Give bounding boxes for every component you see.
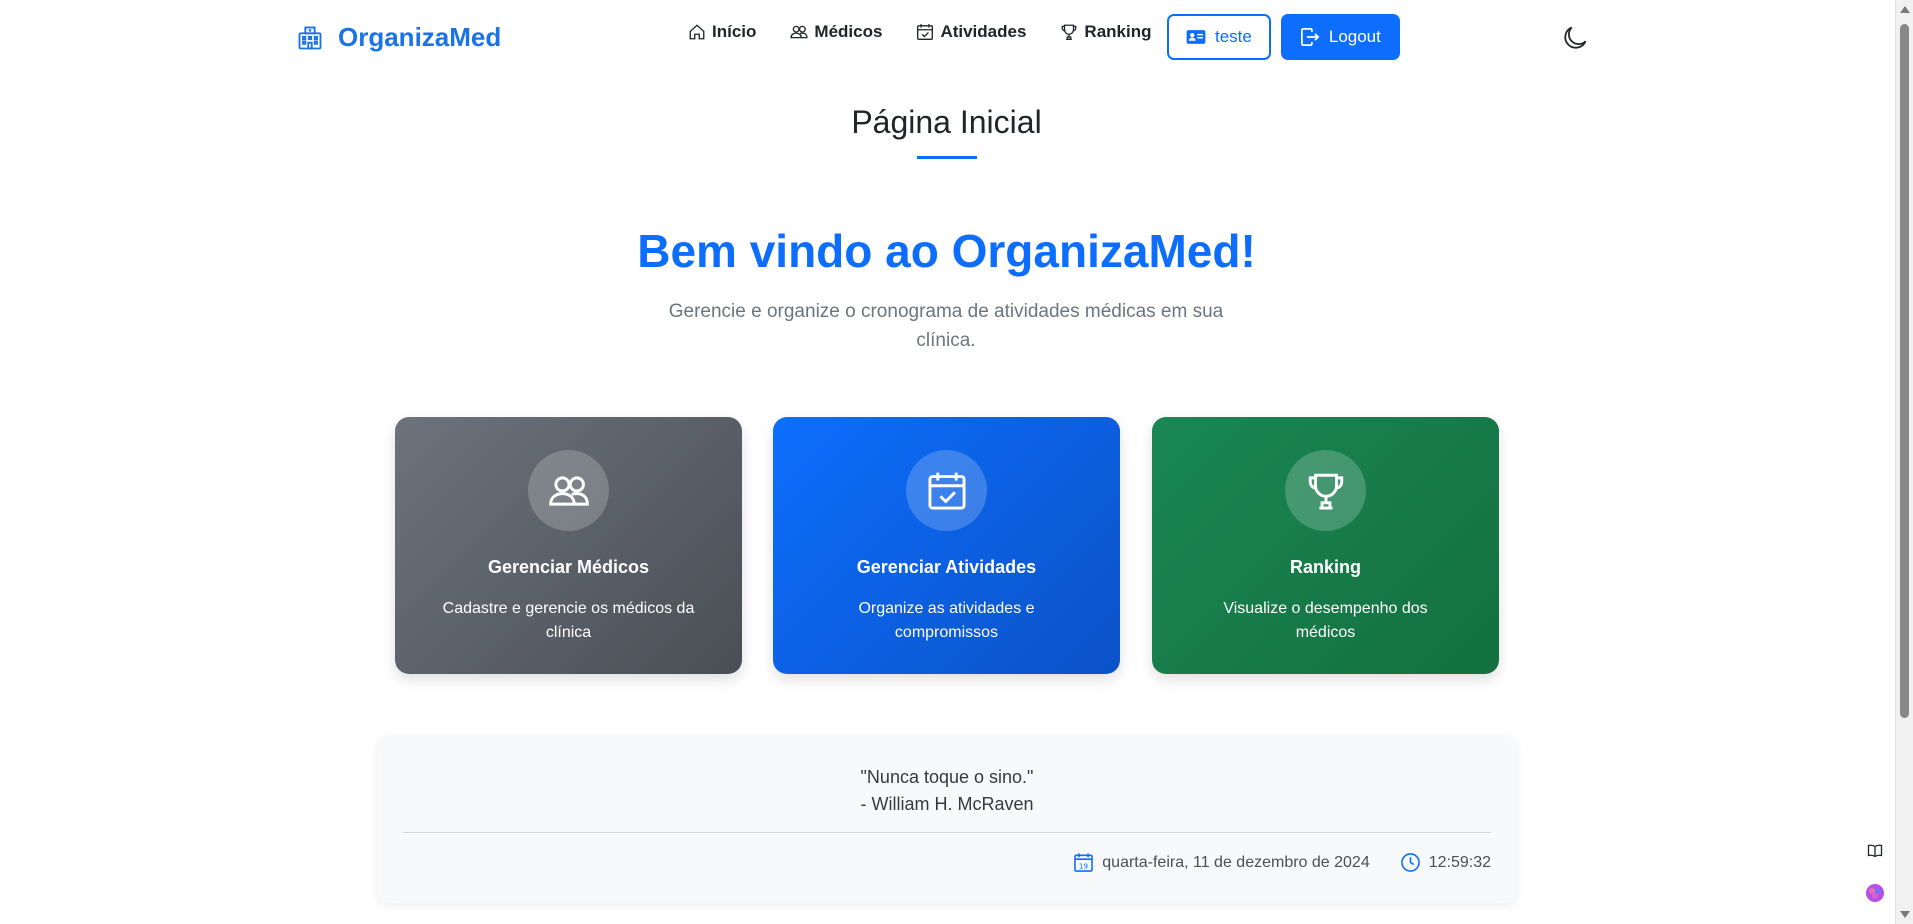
card-icon-circle (1285, 450, 1366, 531)
card-title: Gerenciar Médicos (487, 557, 650, 577)
nav-item-atividades[interactable]: Atividades (916, 22, 1026, 42)
book-icon[interactable] (1863, 839, 1887, 863)
nav-item-label: Atividades (940, 22, 1027, 41)
scroll-thumb[interactable] (1900, 24, 1909, 718)
brand-link[interactable]: OrganizaMed (296, 22, 501, 53)
brain-extension-icon[interactable] (1863, 881, 1887, 905)
logout-label: Logout (1328, 27, 1381, 46)
nav-item-label: Médicos (814, 22, 883, 41)
date-text: quarta-feira, 11 de dezembro de 2024 (1102, 853, 1370, 871)
quote-author: - William H. McRaven (860, 794, 1034, 814)
trophy-icon (1308, 473, 1343, 510)
quote-footer: 19 quarta-feira, 11 de dezembro de 2024 … (1073, 852, 1491, 873)
nav-item-ranking[interactable]: Ranking (1060, 22, 1151, 42)
time-text: 12:59:32 (1428, 853, 1491, 871)
box-arrow-right-icon (1300, 28, 1320, 46)
svg-text:19: 19 (1079, 861, 1089, 870)
scroll-down-arrow[interactable] (1900, 911, 1910, 918)
navbar: OrganizaMed Início Médicos Atividades Ra… (0, 0, 1895, 74)
welcome-subtitle: Gerencie e organize o cronograma de ativ… (668, 301, 1224, 351)
quote-text: "Nunca toque o sino." (860, 767, 1034, 787)
moon-icon[interactable] (1562, 25, 1588, 51)
card-description: Cadastre e gerencie os médicos da clínic… (442, 600, 695, 641)
time-display: 12:59:32 (1400, 852, 1491, 873)
nav-menu: Início Médicos Atividades Ranking (688, 22, 1151, 42)
clock-icon (1400, 853, 1420, 872)
quote-divider (403, 832, 1491, 833)
hospital-icon (298, 26, 322, 49)
quote-box: "Nunca toque o sino." - William H. McRav… (378, 737, 1516, 903)
trophy-icon (1061, 24, 1077, 40)
card-description: Visualize o desempenho dos médicos (1223, 600, 1428, 641)
calendar-date-icon: 19 (1074, 853, 1094, 872)
people-icon (548, 475, 589, 506)
brand-name: OrganizaMed (338, 22, 502, 52)
date-display: 19 quarta-feira, 11 de dezembro de 2024 (1073, 852, 1370, 873)
person-vcard-icon (1186, 30, 1206, 44)
nav-item-label: Início (712, 22, 757, 41)
card-manage-activities[interactable]: Gerenciar Atividades Organize as ativida… (773, 417, 1120, 674)
card-ranking[interactable]: Ranking Visualize o desempenho dos médic… (1152, 417, 1499, 674)
nav-buttons: teste Logout (1167, 14, 1400, 60)
logout-button[interactable]: Logout (1280, 14, 1400, 60)
calendar-check-icon (927, 472, 966, 510)
page-scrollbar[interactable] (1895, 0, 1913, 924)
title-underline (917, 156, 977, 159)
nav-item-medicos[interactable]: Médicos (790, 22, 882, 42)
page-title: Página Inicial (851, 104, 1042, 140)
nav-item-label: Ranking (1084, 22, 1152, 41)
house-icon (689, 24, 705, 40)
scroll-up-arrow[interactable] (1900, 6, 1910, 13)
people-icon (790, 25, 808, 39)
user-profile-button[interactable]: teste (1167, 14, 1271, 60)
card-title: Ranking (1289, 557, 1361, 577)
nav-item-inicio[interactable]: Início (688, 22, 756, 42)
welcome-heading: Bem vindo ao OrganizaMed! (637, 225, 1256, 277)
card-manage-doctors[interactable]: Gerenciar Médicos Cadastre e gerencie os… (395, 417, 742, 674)
card-icon-circle (906, 450, 987, 531)
calendar-check-icon (917, 24, 934, 40)
card-icon-circle (528, 450, 609, 531)
card-description: Organize as atividades e compromissos (858, 600, 1035, 641)
card-title: Gerenciar Atividades (856, 557, 1037, 577)
user-label: teste (1215, 27, 1252, 46)
